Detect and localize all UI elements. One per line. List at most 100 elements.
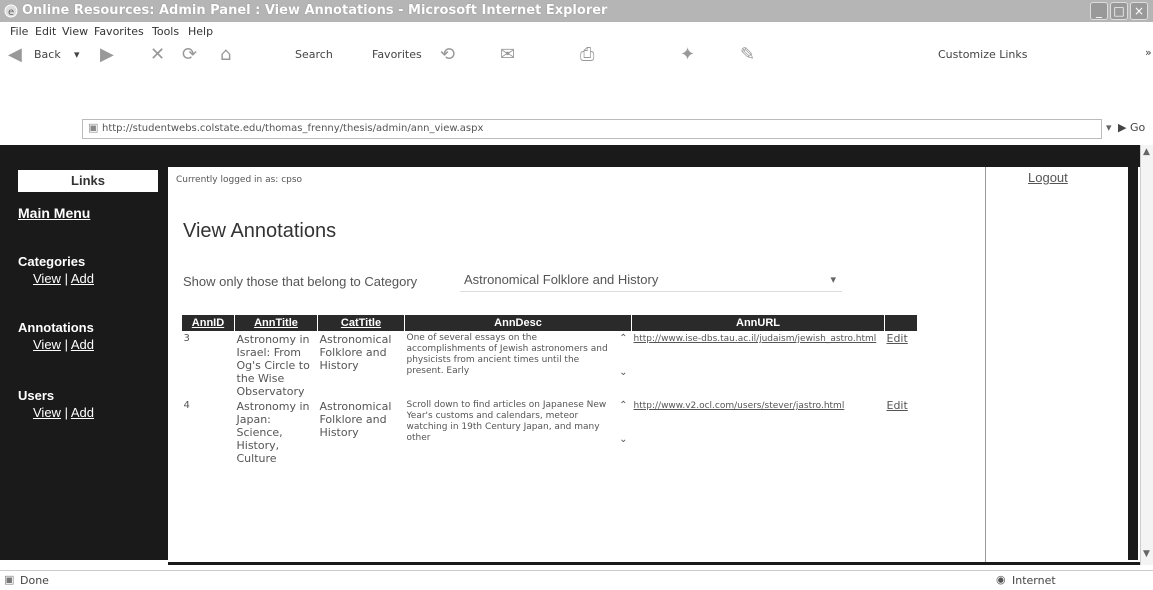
filter-label: Show only those that belong to Category: [183, 274, 418, 289]
page-done-icon: ▣: [4, 573, 15, 586]
scroll-down-icon[interactable]: ▼: [1143, 549, 1150, 559]
page-footer-band: [168, 562, 1140, 565]
page-title: View Annotations: [183, 220, 337, 242]
logout-link[interactable]: Logout: [1028, 170, 1068, 185]
separator: |: [60, 405, 71, 420]
header-edit: [884, 314, 918, 332]
main-menu-link[interactable]: Main Menu: [18, 205, 90, 221]
header-cattitle[interactable]: CatTitle: [317, 314, 405, 332]
edit-link[interactable]: Edit: [885, 332, 918, 400]
print-icon[interactable]: ⎙: [580, 44, 594, 65]
sidebar: [0, 167, 168, 560]
home-icon[interactable]: ⌂: [220, 44, 231, 65]
header-annid[interactable]: AnnID: [181, 314, 235, 332]
users-links: View | Add: [33, 405, 94, 420]
research-icon[interactable]: ✎: [740, 44, 755, 65]
header-anntitle[interactable]: AnnTitle: [234, 314, 318, 332]
edit-link[interactable]: Edit: [885, 399, 918, 466]
chevron-up-icon[interactable]: ⌃: [619, 333, 627, 344]
customize-links-button[interactable]: Customize Links: [938, 48, 1028, 61]
messenger-icon[interactable]: ✦: [680, 44, 695, 65]
go-label: Go: [1129, 121, 1146, 134]
page-header-band: [0, 145, 1140, 167]
ie-logo-icon: e: [4, 3, 18, 18]
header-anndesc: AnnDesc: [404, 314, 632, 332]
search-button[interactable]: Search: [295, 48, 333, 61]
page-icon: ▣: [88, 121, 99, 134]
header-annurl: AnnURL: [631, 314, 885, 332]
cell-cattitle: Astronomical Folklore and History: [319, 400, 392, 439]
cell-anntitle: Astronomy in Israel: From Og's Circle to…: [236, 333, 310, 398]
users-add-link[interactable]: Add: [71, 405, 94, 420]
annotations-add-link[interactable]: Add: [71, 337, 94, 352]
cell-anndesc: Scroll down to find articles on Japanese…: [405, 399, 632, 466]
right-panel-divider: [985, 167, 986, 562]
annotations-table: AnnID AnnTitle CatTitle AnnDesc AnnURL 3…: [181, 314, 918, 466]
menu-help[interactable]: Help: [188, 25, 213, 38]
mail-icon[interactable]: ✉: [500, 44, 515, 65]
chevron-up-icon[interactable]: ⌃: [619, 400, 627, 411]
menu-view[interactable]: View: [62, 25, 88, 38]
sidebar-section-annotations: Annotations: [18, 320, 94, 335]
stop-icon[interactable]: ✕: [150, 44, 165, 65]
desc-textarea[interactable]: Scroll down to find articles on Japanese…: [407, 400, 630, 448]
sidebar-heading: Links: [18, 170, 158, 192]
forward-arrow-icon[interactable]: ▶: [100, 44, 114, 65]
annotations-view-link[interactable]: View: [33, 337, 61, 352]
globe-icon: ◉: [996, 573, 1006, 586]
categories-view-link[interactable]: View: [33, 271, 61, 286]
chevron-right-icon[interactable]: »: [1145, 46, 1152, 59]
cell-annurl[interactable]: http://www.ise-dbs.tau.ac.il/judaism/jew…: [632, 332, 885, 400]
table-row: 4 Astronomy in Japan: Science, History, …: [182, 399, 918, 466]
cell-cattitle: Astronomical Folklore and History: [319, 333, 392, 372]
menu-file[interactable]: File: [10, 25, 28, 38]
sidebar-section-users: Users: [18, 388, 55, 403]
cell-annid: 3: [183, 333, 190, 344]
address-dropdown-icon[interactable]: ▾: [1106, 121, 1112, 134]
menu-edit[interactable]: Edit: [35, 25, 56, 38]
security-zone: Internet: [1012, 574, 1056, 587]
sidebar-section-categories: Categories: [18, 254, 86, 269]
separator: |: [60, 337, 71, 352]
window-title: Online Resources: Admin Panel : View Ann…: [22, 3, 608, 18]
menu-tools[interactable]: Tools: [152, 25, 179, 38]
cell-annid: 4: [183, 400, 190, 411]
category-select-value: Astronomical Folklore and History: [464, 272, 659, 287]
go-button[interactable]: ▶ Go: [1118, 121, 1145, 134]
users-view-link[interactable]: View: [33, 405, 61, 420]
address-url: http://studentwebs.colstate.edu/thomas_f…: [102, 123, 484, 134]
dropdown-arrow-icon[interactable]: ▾: [74, 48, 80, 61]
scroll-up-icon[interactable]: ▲: [1143, 147, 1150, 157]
desc-textarea[interactable]: One of several essays on the accomplishm…: [407, 333, 630, 381]
favorites-button[interactable]: Favorites: [372, 48, 422, 61]
status-bar: [0, 570, 1153, 590]
history-icon[interactable]: ⟲: [440, 44, 455, 65]
vertical-scrollbar[interactable]: ▲ ▼: [1140, 145, 1153, 565]
svg-text:e: e: [8, 7, 14, 18]
back-button[interactable]: Back: [34, 48, 61, 61]
close-button[interactable]: ×: [1130, 2, 1148, 20]
minimize-button[interactable]: _: [1090, 2, 1108, 20]
logged-in-text: Currently logged in as: cpso: [176, 175, 303, 185]
chevron-down-icon: ▾: [830, 274, 836, 286]
maximize-button[interactable]: □: [1110, 2, 1128, 20]
table-header-row: AnnID AnnTitle CatTitle AnnDesc AnnURL: [181, 314, 918, 332]
chevron-down-icon[interactable]: ⌄: [619, 434, 627, 445]
menu-favorites[interactable]: Favorites: [94, 25, 144, 38]
category-select[interactable]: Astronomical Folklore and History ▾: [460, 268, 842, 292]
cell-annurl[interactable]: http://www.v2.ocl.com/users/stever/jastr…: [632, 399, 885, 466]
title-bar: e Online Resources: Admin Panel : View A…: [0, 0, 1153, 22]
menu-bar: File Edit View Favorites Tools Help: [0, 22, 1153, 42]
categories-links: View | Add: [33, 271, 94, 286]
separator: |: [60, 271, 71, 286]
cell-anntitle: Astronomy in Japan: Science, History, Cu…: [236, 400, 310, 465]
right-border: [1128, 145, 1138, 560]
categories-add-link[interactable]: Add: [71, 271, 94, 286]
cell-anndesc: One of several essays on the accomplishm…: [405, 332, 632, 400]
refresh-icon[interactable]: ⟳: [182, 44, 197, 65]
desc-text: One of several essays on the accomplishm…: [406, 333, 608, 376]
table-row: 3 Astronomy in Israel: From Og's Circle …: [182, 332, 918, 400]
status-text: Done: [20, 574, 49, 587]
chevron-down-icon[interactable]: ⌄: [619, 367, 627, 378]
back-arrow-icon[interactable]: ◀: [8, 44, 22, 65]
